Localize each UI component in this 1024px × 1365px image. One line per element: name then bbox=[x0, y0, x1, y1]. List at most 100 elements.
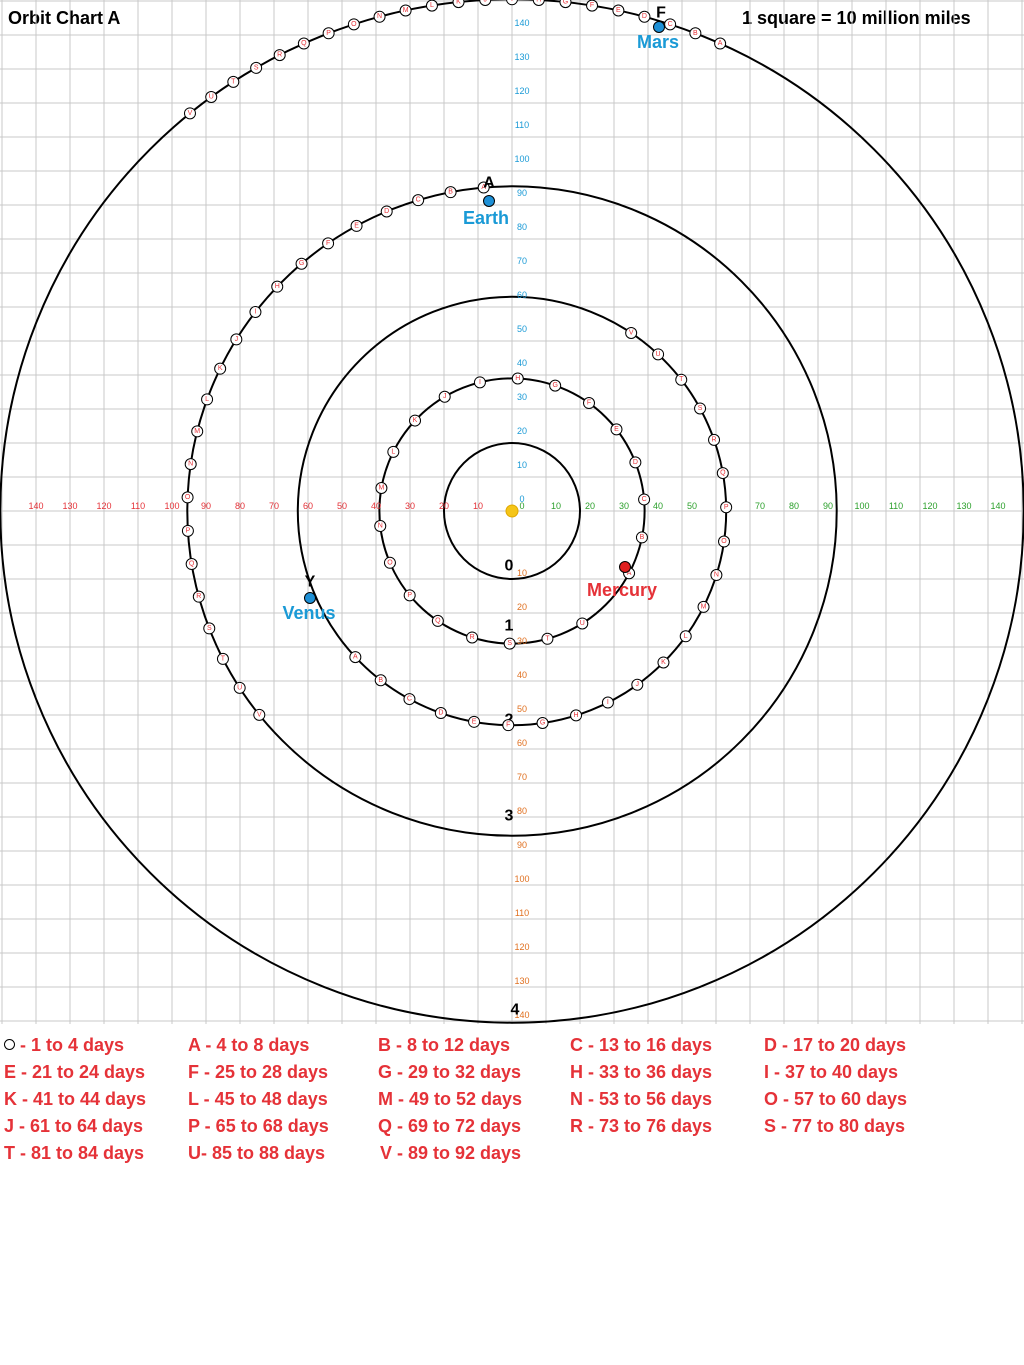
legend-item: R - 73 to 76 days bbox=[570, 1116, 713, 1136]
earth-marker-label: R bbox=[196, 593, 201, 600]
axis-tick-label: 70 bbox=[517, 256, 527, 266]
mercury-marker-label: R bbox=[470, 634, 475, 641]
earth-marker-label: I bbox=[254, 308, 256, 315]
mercury-marker-label: T bbox=[545, 635, 550, 642]
mercury-marker-label: U bbox=[580, 620, 585, 627]
axis-tick-label: 70 bbox=[755, 501, 765, 511]
venus-marker-label: F bbox=[506, 722, 510, 729]
mars-marker-label: E bbox=[616, 7, 621, 14]
axis-tick-label: 130 bbox=[514, 976, 529, 986]
mercury-marker-label: N bbox=[378, 523, 383, 530]
axis-tick-label: 40 bbox=[371, 501, 381, 511]
legend-item: E - 21 to 24 days bbox=[4, 1062, 146, 1082]
legend-item: P - 65 to 68 days bbox=[188, 1116, 329, 1136]
legend-item: F - 25 to 28 days bbox=[188, 1062, 329, 1082]
venus-marker-label: H bbox=[574, 712, 579, 719]
mars-marker-label: D bbox=[642, 13, 647, 20]
orbit-label: 3 bbox=[505, 808, 514, 825]
axis-tick-label: 100 bbox=[854, 501, 869, 511]
axis-tick-label: 140 bbox=[990, 501, 1005, 511]
earth-marker-label: C bbox=[416, 197, 421, 204]
mercury-marker-label: O bbox=[387, 559, 393, 566]
earth-marker-label: B bbox=[448, 189, 453, 196]
mars-marker-label: V bbox=[188, 110, 193, 117]
venus-marker-label: D bbox=[438, 710, 443, 717]
axis-tick-label: 20 bbox=[585, 501, 595, 511]
earth-marker-label: J bbox=[235, 336, 239, 343]
axis-tick-label: 80 bbox=[517, 806, 527, 816]
legend-item: N - 53 to 56 days bbox=[570, 1089, 713, 1109]
mars-marker-label: K bbox=[456, 0, 461, 6]
axis-tick-label: 20 bbox=[439, 501, 449, 511]
legend-item: V - 89 to 92 days bbox=[380, 1143, 522, 1163]
mercury-marker-label: J bbox=[443, 393, 447, 400]
mercury-marker-label: Q bbox=[435, 617, 441, 624]
earth-marker-label: E bbox=[354, 222, 359, 229]
axis-tick-label: 90 bbox=[823, 501, 833, 511]
venus-marker-label: N bbox=[714, 572, 719, 579]
legend-item: G - 29 to 32 days bbox=[378, 1062, 522, 1082]
legend-item: J - 61 to 64 days bbox=[4, 1116, 144, 1136]
legend: - 1 to 4 days A - 4 to 8 days B - 8 to 1… bbox=[0, 1035, 1024, 1175]
axis-tick-label: 100 bbox=[514, 874, 529, 884]
axis-tick-label: 140 bbox=[28, 501, 43, 511]
mars-marker-letter: F bbox=[656, 5, 666, 22]
mercury-marker-label: I bbox=[479, 379, 481, 386]
legend-item: O - 57 to 60 days bbox=[764, 1089, 908, 1109]
mercury-marker-label: B bbox=[640, 534, 645, 541]
venus-marker-label: T bbox=[679, 376, 684, 383]
earth-marker-label: S bbox=[207, 625, 212, 632]
earth-marker-label: K bbox=[218, 365, 223, 372]
legend-item: U- 85 to 88 days bbox=[188, 1143, 326, 1163]
venus-marker-label: O bbox=[721, 538, 727, 545]
axis-tick-label: 50 bbox=[337, 501, 347, 511]
legend-item: K - 41 to 44 days bbox=[4, 1089, 147, 1109]
venus-marker-label: K bbox=[661, 659, 666, 666]
venus-marker-label: A bbox=[353, 654, 358, 661]
mars-marker-label: B bbox=[693, 30, 698, 37]
axis-tick-label: 130 bbox=[956, 501, 971, 511]
mars-marker-label: R bbox=[277, 52, 282, 59]
mercury-marker-label: P bbox=[407, 592, 412, 599]
venus-planet bbox=[304, 592, 316, 604]
mars-marker-label: N bbox=[377, 13, 382, 20]
axis-tick-label: 80 bbox=[789, 501, 799, 511]
axis-tick-label: 100 bbox=[164, 501, 179, 511]
axis-tick-label: 90 bbox=[517, 188, 527, 198]
legend-item: D - 17 to 20 days bbox=[764, 1035, 907, 1055]
earth-marker-label: Q bbox=[189, 561, 195, 568]
mars-marker-label: J bbox=[483, 0, 487, 4]
venus-marker-label: Q bbox=[720, 470, 726, 477]
axis-tick-label: 10 bbox=[517, 568, 527, 578]
mars-marker-label: P bbox=[326, 30, 331, 37]
axis-tick-label: 40 bbox=[653, 501, 663, 511]
venus-marker-label: S bbox=[698, 405, 703, 412]
legend-item: T - 81 to 84 days bbox=[4, 1143, 145, 1163]
earth-marker-label: M bbox=[194, 428, 200, 435]
axis-tick-label: 60 bbox=[303, 501, 313, 511]
earth-marker-label: L bbox=[205, 396, 209, 403]
earth-marker-label: H bbox=[275, 283, 280, 290]
axis-tick-label: 50 bbox=[517, 704, 527, 714]
venus-marker-label: L bbox=[684, 633, 688, 640]
axis-tick-label: 0 bbox=[519, 494, 524, 504]
earth-marker-label: P bbox=[186, 527, 191, 534]
axis-tick-label: 90 bbox=[201, 501, 211, 511]
mercury-marker-label: K bbox=[413, 417, 418, 424]
venus-marker-label: E bbox=[472, 718, 477, 725]
venus-label: Venus bbox=[282, 603, 335, 623]
axis-tick-label: 110 bbox=[131, 501, 145, 511]
earth-marker-letter: A bbox=[483, 175, 495, 192]
mars-marker-label: F bbox=[590, 2, 594, 9]
axis-tick-label: 10 bbox=[473, 501, 483, 511]
orbit-label: 1 bbox=[505, 618, 514, 635]
axis-tick-label: 80 bbox=[235, 501, 245, 511]
mercury-marker-label: F bbox=[587, 400, 591, 407]
mars-marker-label: A bbox=[718, 40, 723, 47]
earth-planet bbox=[483, 195, 495, 207]
axis-tick-label: 120 bbox=[922, 501, 937, 511]
axis-tick-label: 110 bbox=[515, 908, 529, 918]
axis-tick-label: 120 bbox=[96, 501, 111, 511]
mars-marker-label: S bbox=[254, 64, 259, 71]
axis-tick-label: 140 bbox=[514, 18, 529, 28]
